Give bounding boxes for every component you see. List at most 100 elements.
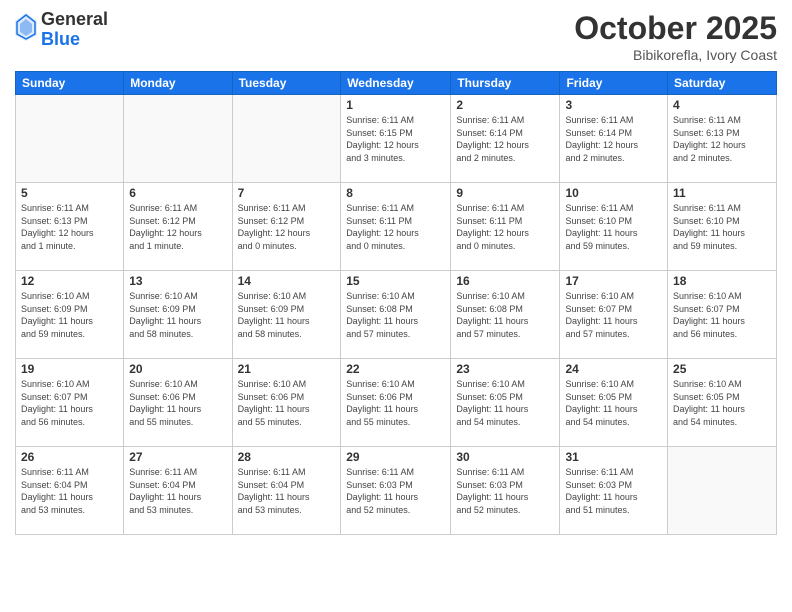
calendar-cell: 6Sunrise: 6:11 AM Sunset: 6:12 PM Daylig… bbox=[124, 183, 232, 271]
column-header-saturday: Saturday bbox=[668, 72, 777, 95]
week-row-4: 19 Sunrise: 6:10 AM Sunset: 6:07 PM Dayli… bbox=[16, 359, 777, 447]
week-row-3: 12 Sunrise: 6:10 AM Sunset: 6:09 PM Dayli… bbox=[16, 271, 777, 359]
day-info: Sunrise: 6:11 AM Sunset: 6:11 PM Dayligh… bbox=[346, 202, 445, 252]
week-row-1: 1 Sunrise: 6:11 AM Sunset: 6:15 PM Daylig… bbox=[16, 95, 777, 183]
day-number: 10 bbox=[565, 186, 662, 200]
column-header-sunday: Sunday bbox=[16, 72, 124, 95]
calendar-cell: 31 Sunrise: 6:11 AM Sunset: 6:03 PM Dayli… bbox=[560, 447, 668, 535]
day-number: 26 bbox=[21, 450, 118, 464]
day-info: Sunrise: 6:11 AM Sunset: 6:13 PM Dayligh… bbox=[673, 114, 771, 164]
calendar-cell: 25Sunrise: 6:10 AM Sunset: 6:05 PM Dayli… bbox=[668, 359, 777, 447]
day-info: Sunrise: 6:11 AM Sunset: 6:13 PM Dayligh… bbox=[21, 202, 118, 252]
day-info: Sunrise: 6:11 AM Sunset: 6:11 PM Dayligh… bbox=[456, 202, 554, 252]
day-info: Sunrise: 6:11 AM Sunset: 6:14 PM Dayligh… bbox=[565, 114, 662, 164]
calendar-cell: 30 Sunrise: 6:11 AM Sunset: 6:03 PM Dayli… bbox=[451, 447, 560, 535]
day-number: 5 bbox=[21, 186, 118, 200]
day-number: 27 bbox=[129, 450, 226, 464]
calendar-cell: 29Sunrise: 6:11 AM Sunset: 6:03 PM Dayli… bbox=[341, 447, 451, 535]
calendar-cell: 9Sunrise: 6:11 AM Sunset: 6:11 PM Daylig… bbox=[451, 183, 560, 271]
day-info: Sunrise: 6:10 AM Sunset: 6:09 PM Dayligh… bbox=[129, 290, 226, 340]
day-number: 22 bbox=[346, 362, 445, 376]
day-number: 7 bbox=[238, 186, 336, 200]
day-number: 23 bbox=[456, 362, 554, 376]
day-info: Sunrise: 6:11 AM Sunset: 6:03 PM Dayligh… bbox=[565, 466, 662, 516]
calendar-cell: 14Sunrise: 6:10 AM Sunset: 6:09 PM Dayli… bbox=[232, 271, 341, 359]
calendar-cell: 7 Sunrise: 6:11 AM Sunset: 6:12 PM Daylig… bbox=[232, 183, 341, 271]
month-title: October 2025 bbox=[574, 10, 777, 47]
calendar-cell: 18 Sunrise: 6:10 AM Sunset: 6:07 PM Dayli… bbox=[668, 271, 777, 359]
day-number: 20 bbox=[129, 362, 226, 376]
day-info: Sunrise: 6:10 AM Sunset: 6:06 PM Dayligh… bbox=[129, 378, 226, 428]
calendar-cell: 24 Sunrise: 6:10 AM Sunset: 6:05 PM Dayli… bbox=[560, 359, 668, 447]
day-info: Sunrise: 6:10 AM Sunset: 6:07 PM Dayligh… bbox=[21, 378, 118, 428]
day-number: 30 bbox=[456, 450, 554, 464]
day-info: Sunrise: 6:11 AM Sunset: 6:03 PM Dayligh… bbox=[456, 466, 554, 516]
calendar-cell: 16Sunrise: 6:10 AM Sunset: 6:08 PM Dayli… bbox=[451, 271, 560, 359]
day-info: Sunrise: 6:10 AM Sunset: 6:06 PM Dayligh… bbox=[238, 378, 336, 428]
week-row-5: 26 Sunrise: 6:11 AM Sunset: 6:04 PM Dayli… bbox=[16, 447, 777, 535]
calendar-cell: 17 Sunrise: 6:10 AM Sunset: 6:07 PM Dayli… bbox=[560, 271, 668, 359]
day-info: Sunrise: 6:11 AM Sunset: 6:03 PM Dayligh… bbox=[346, 466, 445, 516]
day-number: 1 bbox=[346, 98, 445, 112]
day-info: Sunrise: 6:10 AM Sunset: 6:06 PM Dayligh… bbox=[346, 378, 445, 428]
day-number: 31 bbox=[565, 450, 662, 464]
day-number: 4 bbox=[673, 98, 771, 112]
calendar-cell: 3 Sunrise: 6:11 AM Sunset: 6:14 PM Daylig… bbox=[560, 95, 668, 183]
calendar-cell: 2 Sunrise: 6:11 AM Sunset: 6:14 PM Daylig… bbox=[451, 95, 560, 183]
calendar-cell: 22 Sunrise: 6:10 AM Sunset: 6:06 PM Dayli… bbox=[341, 359, 451, 447]
day-info: Sunrise: 6:11 AM Sunset: 6:10 PM Dayligh… bbox=[565, 202, 662, 252]
day-info: Sunrise: 6:11 AM Sunset: 6:12 PM Dayligh… bbox=[129, 202, 226, 252]
calendar-cell: 1 Sunrise: 6:11 AM Sunset: 6:15 PM Daylig… bbox=[341, 95, 451, 183]
day-number: 15 bbox=[346, 274, 445, 288]
day-info: Sunrise: 6:11 AM Sunset: 6:04 PM Dayligh… bbox=[21, 466, 118, 516]
calendar-cell: 10 Sunrise: 6:11 AM Sunset: 6:10 PM Dayli… bbox=[560, 183, 668, 271]
calendar-cell: 13 Sunrise: 6:10 AM Sunset: 6:09 PM Dayli… bbox=[124, 271, 232, 359]
calendar-header-row: SundayMondayTuesdayWednesdayThursdayFrid… bbox=[16, 72, 777, 95]
logo-general-text: General bbox=[41, 9, 108, 29]
calendar-cell: 21 Sunrise: 6:10 AM Sunset: 6:06 PM Dayli… bbox=[232, 359, 341, 447]
calendar-cell: 27 Sunrise: 6:11 AM Sunset: 6:04 PM Dayli… bbox=[124, 447, 232, 535]
calendar-cell bbox=[16, 95, 124, 183]
day-info: Sunrise: 6:11 AM Sunset: 6:10 PM Dayligh… bbox=[673, 202, 771, 252]
day-info: Sunrise: 6:10 AM Sunset: 6:09 PM Dayligh… bbox=[21, 290, 118, 340]
calendar-cell bbox=[232, 95, 341, 183]
calendar-cell: 12 Sunrise: 6:10 AM Sunset: 6:09 PM Dayli… bbox=[16, 271, 124, 359]
day-number: 19 bbox=[21, 362, 118, 376]
week-row-2: 5 Sunrise: 6:11 AM Sunset: 6:13 PM Daylig… bbox=[16, 183, 777, 271]
calendar-cell: 5 Sunrise: 6:11 AM Sunset: 6:13 PM Daylig… bbox=[16, 183, 124, 271]
day-number: 21 bbox=[238, 362, 336, 376]
day-number: 11 bbox=[673, 186, 771, 200]
day-number: 13 bbox=[129, 274, 226, 288]
calendar-cell: 20 Sunrise: 6:10 AM Sunset: 6:06 PM Dayli… bbox=[124, 359, 232, 447]
day-info: Sunrise: 6:11 AM Sunset: 6:15 PM Dayligh… bbox=[346, 114, 445, 164]
day-number: 24 bbox=[565, 362, 662, 376]
logo-blue-text: Blue bbox=[41, 29, 80, 49]
day-info: Sunrise: 6:11 AM Sunset: 6:14 PM Dayligh… bbox=[456, 114, 554, 164]
column-header-friday: Friday bbox=[560, 72, 668, 95]
calendar-cell: 28Sunrise: 6:11 AM Sunset: 6:04 PM Dayli… bbox=[232, 447, 341, 535]
day-number: 2 bbox=[456, 98, 554, 112]
logo-icon bbox=[15, 13, 37, 41]
day-number: 8 bbox=[346, 186, 445, 200]
title-block: October 2025 Bibikorefla, Ivory Coast bbox=[574, 10, 777, 63]
day-number: 17 bbox=[565, 274, 662, 288]
day-info: Sunrise: 6:10 AM Sunset: 6:08 PM Dayligh… bbox=[456, 290, 554, 340]
day-info: Sunrise: 6:11 AM Sunset: 6:04 PM Dayligh… bbox=[129, 466, 226, 516]
day-info: Sunrise: 6:10 AM Sunset: 6:07 PM Dayligh… bbox=[565, 290, 662, 340]
location-subtitle: Bibikorefla, Ivory Coast bbox=[574, 47, 777, 63]
day-info: Sunrise: 6:10 AM Sunset: 6:07 PM Dayligh… bbox=[673, 290, 771, 340]
day-number: 14 bbox=[238, 274, 336, 288]
calendar-cell: 19 Sunrise: 6:10 AM Sunset: 6:07 PM Dayli… bbox=[16, 359, 124, 447]
day-info: Sunrise: 6:10 AM Sunset: 6:05 PM Dayligh… bbox=[565, 378, 662, 428]
calendar-cell: 11 Sunrise: 6:11 AM Sunset: 6:10 PM Dayli… bbox=[668, 183, 777, 271]
day-number: 3 bbox=[565, 98, 662, 112]
column-header-thursday: Thursday bbox=[451, 72, 560, 95]
calendar-cell: 8 Sunrise: 6:11 AM Sunset: 6:11 PM Daylig… bbox=[341, 183, 451, 271]
logo: General Blue bbox=[15, 10, 108, 50]
day-number: 18 bbox=[673, 274, 771, 288]
column-header-wednesday: Wednesday bbox=[341, 72, 451, 95]
day-info: Sunrise: 6:11 AM Sunset: 6:04 PM Dayligh… bbox=[238, 466, 336, 516]
day-info: Sunrise: 6:11 AM Sunset: 6:12 PM Dayligh… bbox=[238, 202, 336, 252]
calendar-cell: 15Sunrise: 6:10 AM Sunset: 6:08 PM Dayli… bbox=[341, 271, 451, 359]
day-number: 12 bbox=[21, 274, 118, 288]
